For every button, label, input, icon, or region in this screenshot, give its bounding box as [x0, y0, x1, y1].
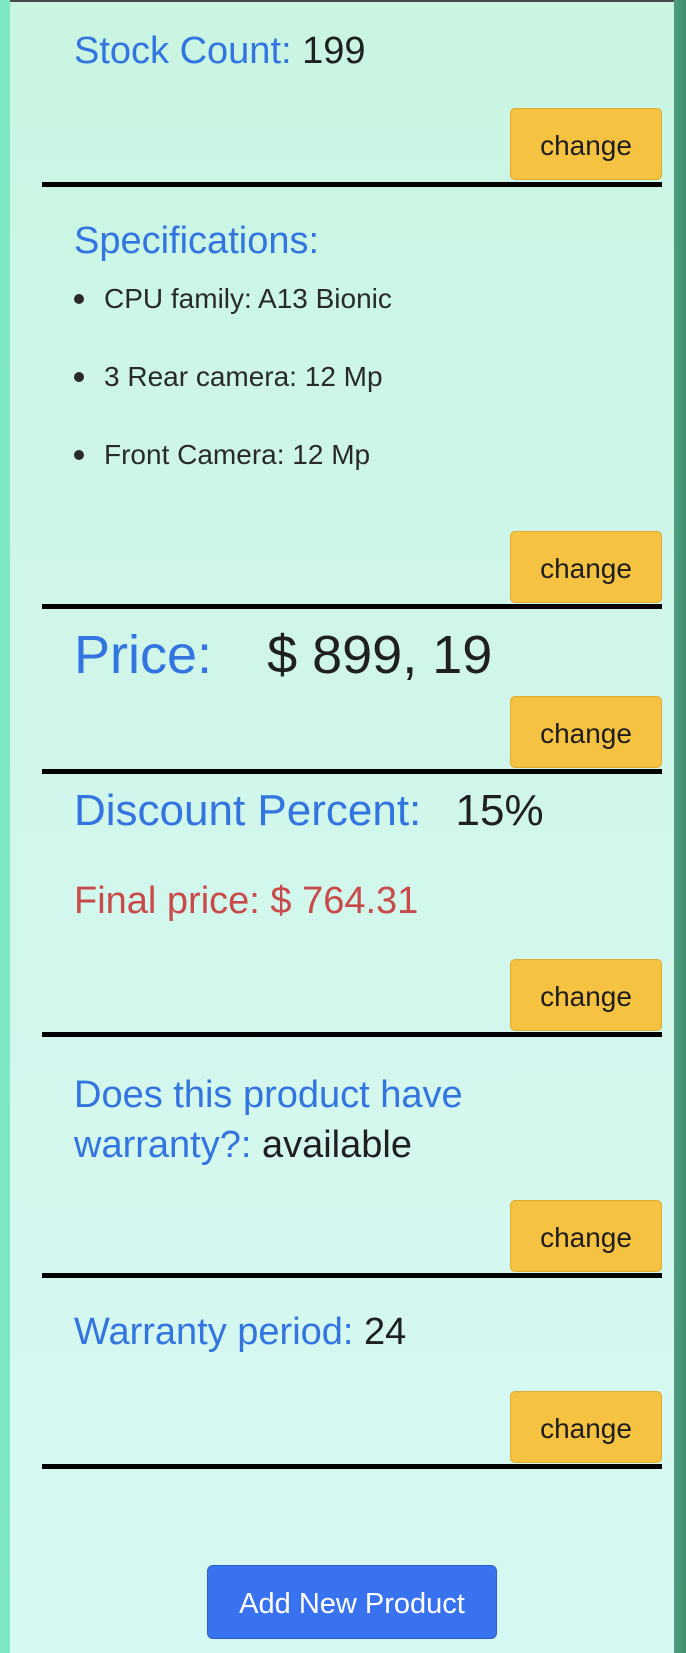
spec-text: CPU family: A13 Bionic [104, 283, 392, 314]
bullet-icon [74, 294, 84, 304]
warranty-value: available [261, 1124, 412, 1166]
specifications-list: CPU family: A13 Bionic 3 Rear camera: 12… [74, 282, 392, 516]
discount-row: Discount Percent: 15% [74, 786, 544, 836]
change-warranty-button[interactable]: change [510, 1200, 662, 1272]
change-discount-button[interactable]: change [510, 959, 662, 1031]
stock-count-row: Stock Count: 199 [74, 30, 366, 73]
final-price: Final price: $ 764.31 [74, 880, 419, 922]
warranty-label-line1: Does this product have [74, 1074, 463, 1116]
warranty-period-row: Warranty period: 24 [74, 1311, 406, 1354]
divider [42, 1032, 662, 1037]
divider [42, 769, 662, 774]
divider [42, 604, 662, 609]
add-new-product-button[interactable]: Add New Product [207, 1565, 497, 1639]
warranty-label-line2: warranty?: [74, 1124, 252, 1166]
spec-text: Front Camera: 12 Mp [104, 439, 371, 470]
change-warranty-period-button[interactable]: change [510, 1391, 662, 1463]
change-specifications-button[interactable]: change [510, 531, 662, 603]
price-label: Price: [74, 625, 213, 685]
list-item: CPU family: A13 Bionic [74, 282, 392, 360]
price-value: $ 899, 19 [267, 625, 493, 685]
spec-text: 3 Rear camera: 12 Mp [104, 361, 383, 392]
stock-count-value: 199 [302, 30, 366, 72]
change-stock-button[interactable]: change [510, 108, 662, 180]
bullet-icon [74, 372, 84, 382]
warranty-period-label: Warranty period: [74, 1311, 354, 1353]
warranty-row: Does this product have warranty?: availa… [74, 1070, 463, 1170]
divider [42, 182, 662, 187]
price-row: Price: $ 899, 19 [74, 624, 492, 686]
bullet-icon [74, 450, 84, 460]
list-item: Front Camera: 12 Mp [74, 438, 392, 516]
specifications-label: Specifications: [74, 220, 320, 262]
warranty-period-value: 24 [364, 1311, 407, 1353]
product-edit-panel: Stock Count: 199 change Specifications: … [10, 0, 674, 1653]
divider [42, 1464, 662, 1469]
list-item: 3 Rear camera: 12 Mp [74, 360, 392, 438]
discount-value: 15% [455, 786, 544, 835]
discount-label: Discount Percent: [74, 786, 422, 835]
stock-count-label: Stock Count: [74, 30, 292, 72]
change-price-button[interactable]: change [510, 696, 662, 768]
divider [42, 1273, 662, 1278]
